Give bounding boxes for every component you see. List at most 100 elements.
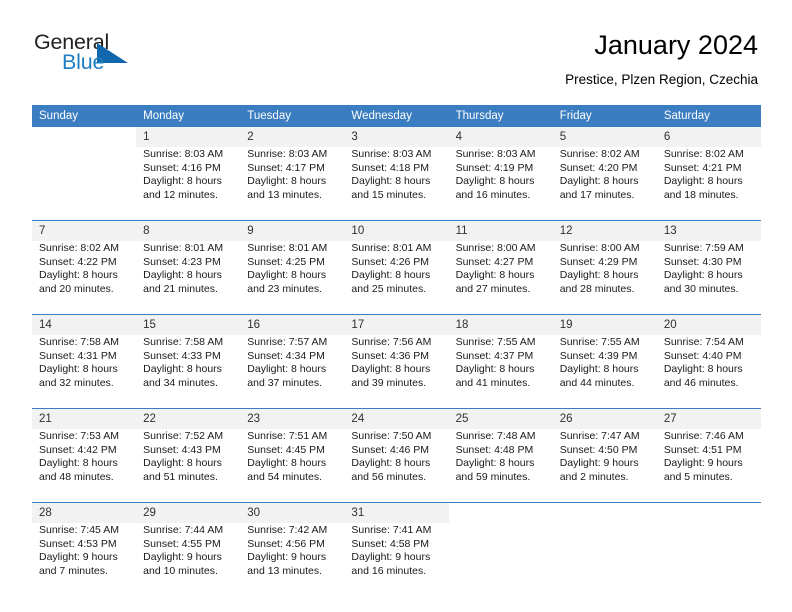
weekday-header-tuesday: Tuesday (240, 105, 345, 127)
daylight-text-line2: and 28 minutes. (559, 282, 635, 295)
weekday-header-monday: Monday (136, 105, 241, 127)
week-3-daynumbers: 14 15 16 17 18 19 20 (32, 314, 761, 335)
day-number[interactable]: 15 (136, 314, 241, 335)
day-number[interactable]: 14 (32, 314, 137, 335)
day-cell-empty (32, 127, 137, 147)
day-number[interactable]: 10 (344, 220, 449, 241)
daylight-text-line1: Daylight: 8 hours (143, 175, 222, 188)
general-blue-logo[interactable]: General Blue (34, 30, 154, 82)
daylight-text-line1: Daylight: 8 hours (351, 363, 431, 376)
day-detail: Sunrise: 8:01 AM Sunset: 4:25 PM Dayligh… (240, 241, 345, 315)
day-number[interactable]: 5 (552, 127, 657, 147)
day-detail: Sunrise: 7:42 AM Sunset: 4:56 PM Dayligh… (240, 523, 345, 596)
day-detail: Sunrise: 8:00 AM Sunset: 4:29 PM Dayligh… (552, 241, 657, 315)
sunset-text: Sunset: 4:31 PM (39, 349, 117, 362)
day-number[interactable]: 21 (32, 408, 137, 429)
day-detail: Sunrise: 7:56 AM Sunset: 4:36 PM Dayligh… (344, 335, 449, 409)
sunrise-text: Sunrise: 8:01 AM (351, 242, 432, 254)
day-number[interactable]: 22 (136, 408, 241, 429)
day-number[interactable]: 11 (448, 220, 553, 241)
sunset-text: Sunset: 4:39 PM (559, 349, 638, 362)
daylight-text-line1: Daylight: 9 hours (663, 457, 743, 470)
daylight-text-line1: Daylight: 8 hours (39, 457, 118, 470)
day-number[interactable]: 28 (32, 502, 137, 523)
sunset-text: Sunset: 4:58 PM (351, 537, 430, 550)
daylight-text-line2: and 5 minutes. (663, 470, 733, 483)
day-number[interactable]: 3 (344, 127, 449, 147)
daylight-text-line1: Daylight: 9 hours (247, 551, 327, 564)
sunrise-text: Sunrise: 8:02 AM (39, 242, 119, 254)
day-number[interactable]: 6 (656, 127, 761, 147)
day-detail: Sunrise: 8:02 AM Sunset: 4:21 PM Dayligh… (656, 147, 761, 221)
day-number[interactable]: 8 (136, 220, 241, 241)
daylight-text-line1: Daylight: 8 hours (39, 269, 118, 282)
sunrise-text: Sunrise: 7:54 AM (663, 336, 744, 348)
daylight-text-line2: and 21 minutes. (143, 282, 218, 295)
daylight-text-line1: Daylight: 8 hours (455, 363, 535, 376)
daylight-text-line2: and 15 minutes. (351, 188, 427, 201)
daylight-text-line1: Daylight: 8 hours (351, 269, 431, 282)
weekday-header-thursday: Thursday (448, 105, 553, 127)
daylight-text-line2: and 37 minutes. (247, 376, 322, 389)
daylight-text-line1: Daylight: 8 hours (559, 363, 639, 376)
day-number[interactable]: 27 (656, 408, 761, 429)
day-detail: Sunrise: 7:59 AM Sunset: 4:30 PM Dayligh… (656, 241, 761, 315)
day-number[interactable]: 4 (448, 127, 553, 147)
day-number[interactable]: 26 (552, 408, 657, 429)
day-number[interactable]: 29 (136, 502, 241, 523)
daylight-text-line2: and 27 minutes. (455, 282, 531, 295)
day-detail: Sunrise: 7:58 AM Sunset: 4:33 PM Dayligh… (136, 335, 241, 409)
sunrise-text: Sunrise: 7:41 AM (351, 524, 432, 536)
day-cell-empty (656, 502, 761, 523)
day-number[interactable]: 30 (240, 502, 345, 523)
week-3-details: Sunrise: 7:58 AM Sunset: 4:31 PM Dayligh… (32, 335, 761, 409)
day-detail: Sunrise: 8:03 AM Sunset: 4:19 PM Dayligh… (448, 147, 553, 221)
day-number[interactable]: 16 (240, 314, 345, 335)
weekday-header-sunday: Sunday (32, 105, 137, 127)
sunset-text: Sunset: 4:40 PM (663, 349, 742, 362)
day-number[interactable]: 2 (240, 127, 345, 147)
sunrise-text: Sunrise: 7:55 AM (559, 336, 640, 348)
day-number[interactable]: 23 (240, 408, 345, 429)
sunset-text: Sunset: 4:16 PM (143, 161, 221, 174)
daylight-text-line2: and 16 minutes. (455, 188, 531, 201)
daylight-text-line1: Daylight: 8 hours (559, 269, 639, 282)
day-number[interactable]: 31 (344, 502, 449, 523)
day-detail: Sunrise: 7:54 AM Sunset: 4:40 PM Dayligh… (656, 335, 761, 409)
day-number[interactable]: 20 (656, 314, 761, 335)
daylight-text-line2: and 16 minutes. (351, 564, 427, 577)
sunrise-text: Sunrise: 7:45 AM (39, 524, 119, 536)
sunrise-text: Sunrise: 7:42 AM (247, 524, 328, 536)
weekday-header-saturday: Saturday (656, 105, 761, 127)
sunset-text: Sunset: 4:26 PM (351, 255, 430, 268)
sunset-text: Sunset: 4:30 PM (663, 255, 742, 268)
page-header: General Blue January 2024 Prestice, Plze… (34, 30, 758, 96)
title-block: January 2024 Prestice, Plzen Region, Cze… (565, 28, 758, 90)
day-number[interactable]: 7 (32, 220, 137, 241)
day-detail: Sunrise: 7:46 AM Sunset: 4:51 PM Dayligh… (656, 429, 761, 503)
daylight-text-line1: Daylight: 8 hours (39, 363, 118, 376)
day-number[interactable]: 1 (136, 127, 241, 147)
day-number[interactable]: 25 (448, 408, 553, 429)
day-number[interactable]: 12 (552, 220, 657, 241)
daylight-text-line2: and 44 minutes. (559, 376, 635, 389)
calendar-header-row: Sunday Monday Tuesday Wednesday Thursday… (32, 105, 761, 127)
daylight-text-line1: Daylight: 8 hours (247, 175, 327, 188)
day-detail-empty (656, 523, 761, 596)
day-number[interactable]: 13 (656, 220, 761, 241)
day-number[interactable]: 18 (448, 314, 553, 335)
daylight-text-line1: Daylight: 8 hours (455, 269, 535, 282)
sunrise-text: Sunrise: 7:51 AM (247, 430, 328, 442)
day-number[interactable]: 9 (240, 220, 345, 241)
day-number[interactable]: 17 (344, 314, 449, 335)
daylight-text-line2: and 30 minutes. (663, 282, 739, 295)
day-number[interactable]: 19 (552, 314, 657, 335)
day-cell-empty (552, 502, 657, 523)
daylight-text-line1: Daylight: 8 hours (143, 363, 222, 376)
day-number[interactable]: 24 (344, 408, 449, 429)
sunrise-text: Sunrise: 8:00 AM (559, 242, 640, 254)
calendar-body: 1 2 3 4 5 6 Sunrise: 8:03 AM Sunset: 4:1… (32, 127, 761, 596)
sunrise-text: Sunrise: 7:52 AM (143, 430, 224, 442)
daylight-text-line2: and 32 minutes. (39, 376, 114, 389)
day-detail: Sunrise: 8:02 AM Sunset: 4:20 PM Dayligh… (552, 147, 657, 221)
